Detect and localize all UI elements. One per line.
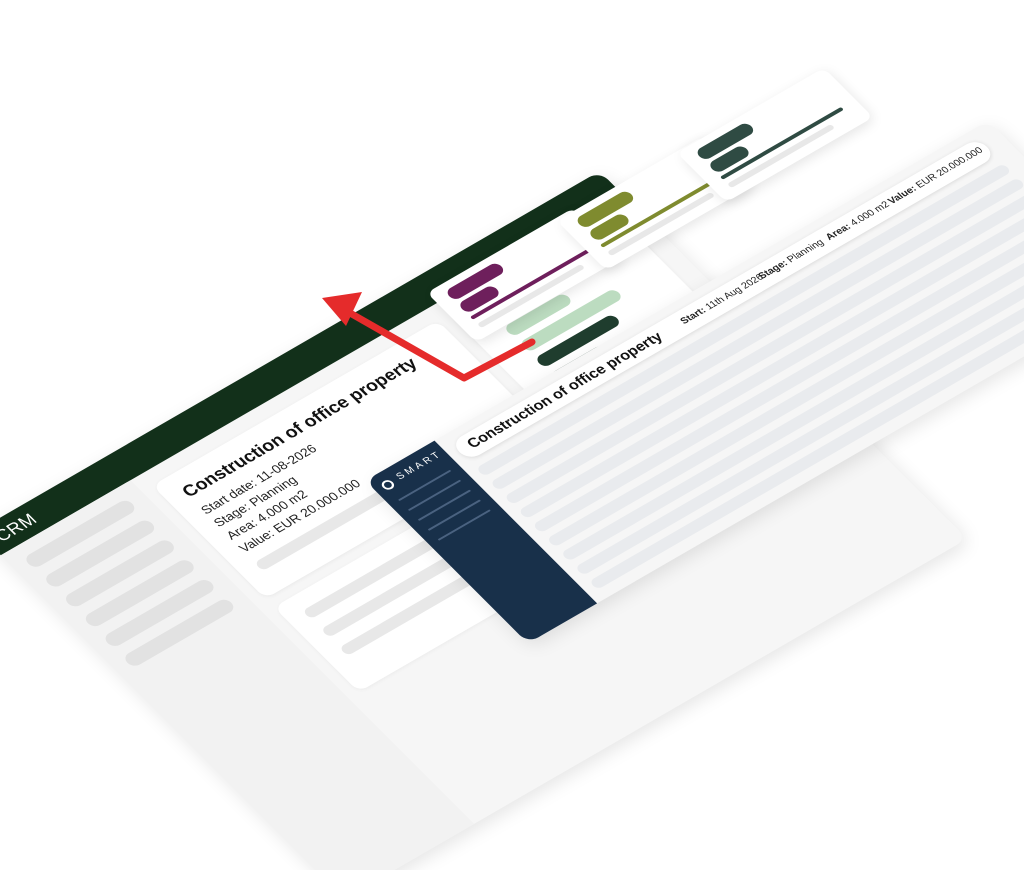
circle-logo-icon: [379, 478, 397, 492]
smart-nav-item[interactable]: [427, 499, 481, 531]
smart-nav-item[interactable]: [407, 479, 462, 512]
smart-nav-item[interactable]: [417, 489, 472, 521]
smart-nav-item[interactable]: [437, 509, 491, 541]
illustration: CRM Construction of office property Star…: [0, 0, 1024, 870]
arrow-left-up-icon: [322, 292, 536, 382]
